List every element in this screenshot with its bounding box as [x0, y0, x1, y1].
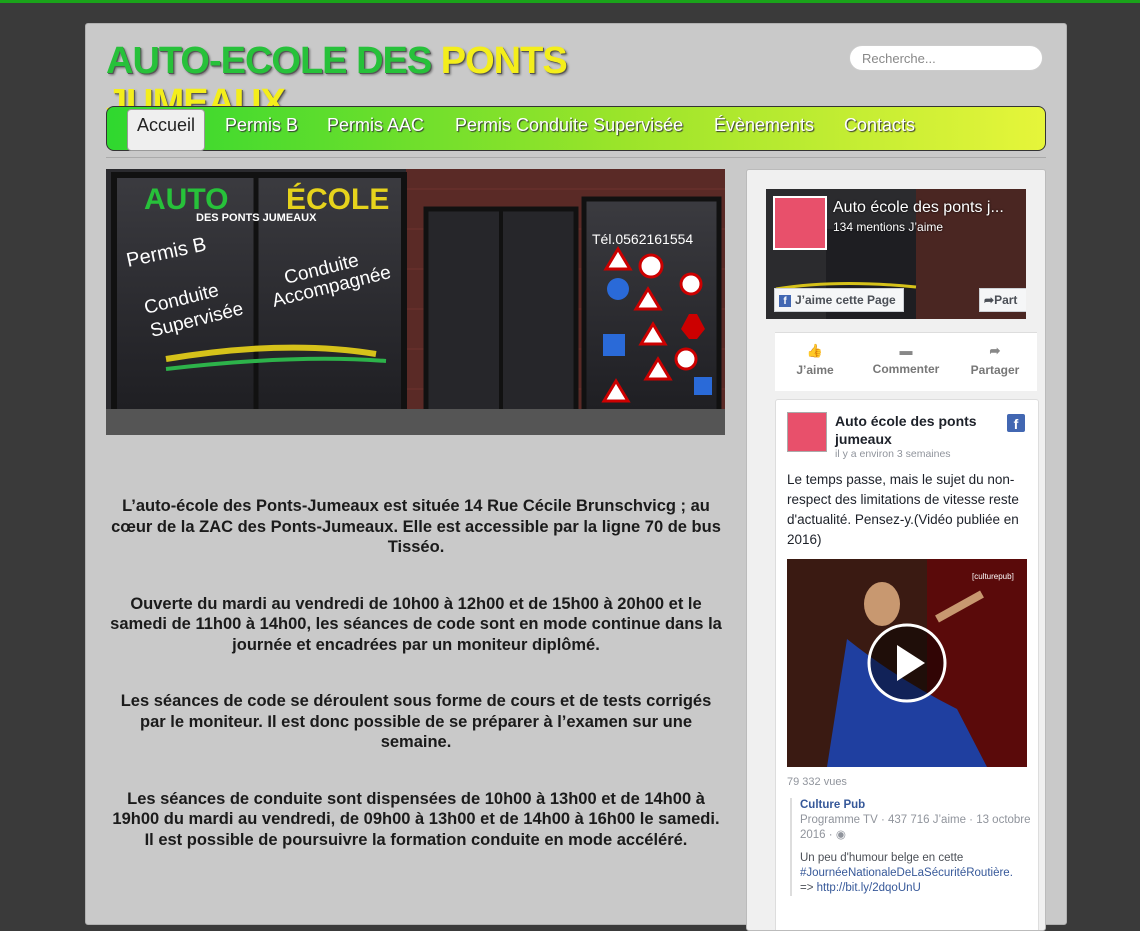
post-video[interactable]: [culturepub]: [787, 559, 1027, 767]
share-arrow-icon: ➦: [984, 293, 995, 307]
paragraph-location: L’auto-école des Ponts-Jumeaux est situé…: [111, 497, 721, 556]
fb-page-header[interactable]: Auto école des ponts j... 134 mentions J…: [766, 189, 1026, 319]
nav-divider: [106, 157, 1046, 158]
fb-page-likes: 134 mentions J’aime: [833, 220, 944, 234]
fb-share-action[interactable]: ➦ Partager: [960, 343, 1030, 377]
logo-text-green: AUTO-ECOLE DES: [106, 40, 432, 82]
shared-hashtag-link[interactable]: #JournéeNationaleDeLaSécuritéRoutière.: [800, 867, 1013, 879]
post-author-name[interactable]: Auto école des ponts jumeaux: [835, 412, 1015, 448]
video-view-count: 79 332 vues: [787, 776, 847, 788]
shared-link-prefix: =>: [800, 882, 814, 894]
post-text: Le temps passe, mais le sujet du non-res…: [787, 472, 1019, 547]
fb-like-action[interactable]: 👍 J’aime: [780, 343, 850, 377]
fb-comment-action[interactable]: ▬ Commenter: [866, 343, 946, 376]
video-brand: [culturepub]: [972, 572, 1014, 581]
search-input[interactable]: [849, 45, 1043, 71]
main-nav: Accueil Permis B Permis AAC Permis Condu…: [106, 106, 1046, 151]
shared-source[interactable]: Culture Pub: [800, 798, 1036, 813]
fb-comment-action-label: Commenter: [872, 362, 940, 376]
fb-share-page-label: Part: [994, 293, 1018, 307]
site-logo[interactable]: AUTO-ECOLE DES PONTS JUMEAUX: [106, 40, 746, 124]
nav-item-permis-aac[interactable]: Permis AAC: [327, 111, 424, 149]
nav-item-accueil[interactable]: Accueil: [127, 109, 206, 151]
fb-action-bar: 👍 J’aime ▬ Commenter ➦ Partager: [775, 332, 1037, 391]
paragraph-hours: Ouverte du mardi au vendredi de 10h00 à …: [110, 594, 722, 654]
thumbs-up-icon: 👍: [806, 343, 824, 358]
facebook-icon[interactable]: f: [1007, 414, 1025, 432]
phone-decal: Tél.0562161554: [592, 231, 693, 247]
nav-item-permis-b[interactable]: Permis B: [225, 111, 298, 149]
main-content: L’auto-école des Ponts-Jumeaux est situé…: [106, 496, 726, 886]
fb-like-page-button[interactable]: f J’aime cette Page: [774, 288, 904, 312]
sign-ecole-text: ÉCOLE: [286, 182, 389, 216]
fb-page-avatar[interactable]: [773, 196, 827, 250]
top-accent-line: [0, 0, 1140, 3]
shared-text: Un peu d'humour belge en cette #JournéeN…: [800, 852, 1013, 894]
nav-item-contacts[interactable]: Contacts: [844, 111, 915, 149]
storefront-photo: AUTO ÉCOLE DES PONTS JUMEAUX Permis B Co…: [106, 169, 725, 435]
nav-item-permis-conduite-supervisee[interactable]: Permis Conduite Supervisée: [455, 111, 683, 149]
fb-post: Auto école des ponts jumeaux il y a envi…: [775, 399, 1039, 930]
shared-meta: Programme TV · 437 716 J’aime · 13 octob…: [800, 814, 1031, 841]
paragraph-driving-sessions: Les séances de conduite sont dispensées …: [112, 789, 720, 849]
fb-page-name[interactable]: Auto école des ponts j...: [833, 199, 1004, 217]
fb-logo-icon: f: [779, 294, 791, 307]
fb-share-page-button[interactable]: ➦Part: [979, 288, 1026, 312]
shared-post: Culture Pub Programme TV · 437 716 J’aim…: [790, 798, 1036, 896]
fb-like-action-label: J’aime: [796, 363, 834, 377]
fb-share-action-label: Partager: [970, 363, 1020, 377]
post-timestamp[interactable]: il y a environ 3 semaines: [835, 448, 951, 460]
share-icon: ➦: [989, 343, 1001, 358]
nav-item-evenements[interactable]: Évènements: [714, 111, 814, 149]
globe-icon: ◉: [835, 829, 846, 841]
page-container: AUTO-ECOLE DES PONTS JUMEAUX Accueil Per…: [85, 23, 1067, 931]
facebook-widget: Auto école des ponts j... 134 mentions J…: [746, 169, 1046, 931]
fb-like-page-label: J’aime cette Page: [795, 293, 896, 307]
play-icon[interactable]: [867, 623, 947, 703]
sign-sub-text: DES PONTS JUMEAUX: [196, 212, 317, 224]
comment-icon: ▬: [899, 343, 913, 358]
shared-url-link[interactable]: http://bit.ly/2dqoUnU: [817, 882, 921, 894]
paragraph-code-sessions: Les séances de code se déroulent sous fo…: [120, 692, 712, 751]
post-author-avatar[interactable]: [787, 412, 827, 452]
